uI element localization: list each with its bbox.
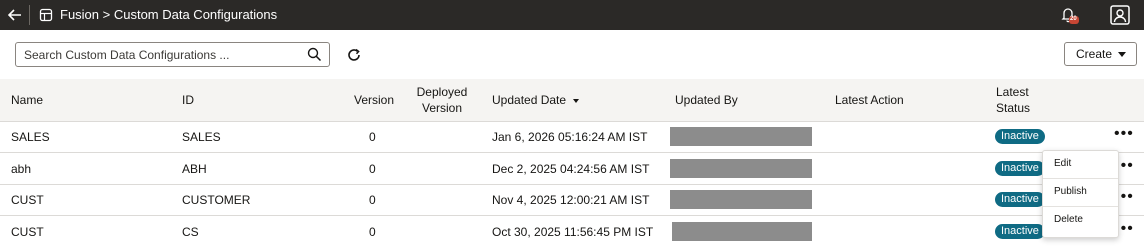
status-badge: Inactive: [995, 224, 1045, 239]
column-version[interactable]: Version: [354, 93, 394, 107]
status-badge: Inactive: [995, 129, 1045, 144]
column-updated-date[interactable]: Updated Date: [492, 93, 580, 107]
cell-name: CUST: [11, 193, 44, 207]
column-deployed-version-line2: Version: [421, 101, 463, 115]
sort-icon: [573, 98, 580, 103]
cell-updated-date: Nov 4, 2025 12:00:21 AM IST: [492, 193, 650, 207]
status-badge: Inactive: [995, 161, 1045, 176]
cell-version: 0: [369, 162, 376, 176]
caret-down-icon: [1118, 52, 1126, 57]
cell-version: 0: [369, 193, 376, 207]
table-row[interactable]: SALES SALES 0 Jan 6, 2026 05:16:24 AM IS…: [0, 121, 1144, 153]
search-input[interactable]: [16, 43, 304, 66]
search-icon[interactable]: [307, 47, 322, 62]
cell-updated-date: Oct 30, 2025 11:56:45 PM IST: [492, 225, 654, 239]
column-latest-status-line2: Status: [996, 101, 1031, 115]
column-name[interactable]: Name: [11, 93, 43, 107]
search-box: [15, 42, 330, 67]
cell-name: SALES: [11, 130, 50, 144]
status-badge: Inactive: [995, 192, 1045, 207]
bell-icon[interactable]: 20: [1059, 5, 1079, 25]
app-icon: [39, 8, 53, 22]
menu-divider: [1043, 206, 1118, 207]
more-actions-icon[interactable]: •••: [1114, 126, 1134, 142]
row-actions-menu: Edit Publish Delete: [1042, 150, 1119, 238]
column-deployed-version-line1: Deployed: [416, 85, 468, 99]
cell-name: CUST: [11, 225, 44, 239]
column-latest-action[interactable]: Latest Action: [835, 93, 904, 107]
cell-version: 0: [369, 130, 376, 144]
notification-count: 20: [1070, 16, 1077, 22]
menu-item-edit[interactable]: Edit: [1054, 158, 1071, 169]
top-bar: Fusion > Custom Data Configurations 20: [0, 0, 1144, 30]
cell-updated-date: Dec 2, 2025 04:24:56 AM IST: [492, 162, 650, 176]
column-id[interactable]: ID: [182, 93, 194, 107]
cell-id: CS: [182, 225, 199, 239]
page-title: Fusion > Custom Data Configurations: [60, 7, 278, 22]
redacted-updated-by: [670, 159, 812, 178]
create-button-label: Create: [1076, 47, 1113, 61]
redacted-updated-by: [670, 190, 812, 209]
column-updated-by[interactable]: Updated By: [675, 93, 738, 107]
column-latest-status[interactable]: Latest Status: [996, 84, 1030, 116]
table-row[interactable]: abh ABH 0 Dec 2, 2025 04:24:56 AM IST In…: [0, 153, 1144, 185]
cell-id: CUSTOMER: [182, 193, 251, 207]
column-updated-date-label: Updated Date: [492, 93, 567, 107]
header-divider: [29, 5, 30, 25]
table-row[interactable]: CUST CS 0 Oct 30, 2025 11:56:45 PM IST I…: [0, 216, 1144, 247]
menu-item-publish[interactable]: Publish: [1054, 186, 1087, 197]
back-arrow-icon[interactable]: [6, 6, 24, 24]
profile-icon[interactable]: [1109, 4, 1131, 26]
cell-name: abh: [11, 162, 32, 176]
create-button[interactable]: Create: [1064, 42, 1137, 66]
cell-updated-date: Jan 6, 2026 05:16:24 AM IST: [492, 130, 648, 144]
table-row[interactable]: CUST CUSTOMER 0 Nov 4, 2025 12:00:21 AM …: [0, 184, 1144, 216]
refresh-icon[interactable]: [346, 47, 362, 63]
menu-divider: [1043, 178, 1118, 179]
cell-id: SALES: [182, 130, 221, 144]
redacted-updated-by: [670, 127, 812, 146]
column-deployed-version[interactable]: Deployed Version: [415, 84, 469, 116]
cell-id: ABH: [182, 162, 207, 176]
table-header: Name ID Version Deployed Version Updated…: [0, 79, 1144, 122]
column-latest-status-line1: Latest: [996, 85, 1029, 99]
cell-version: 0: [369, 225, 376, 239]
menu-item-delete[interactable]: Delete: [1054, 214, 1083, 225]
redacted-updated-by: [672, 222, 812, 241]
